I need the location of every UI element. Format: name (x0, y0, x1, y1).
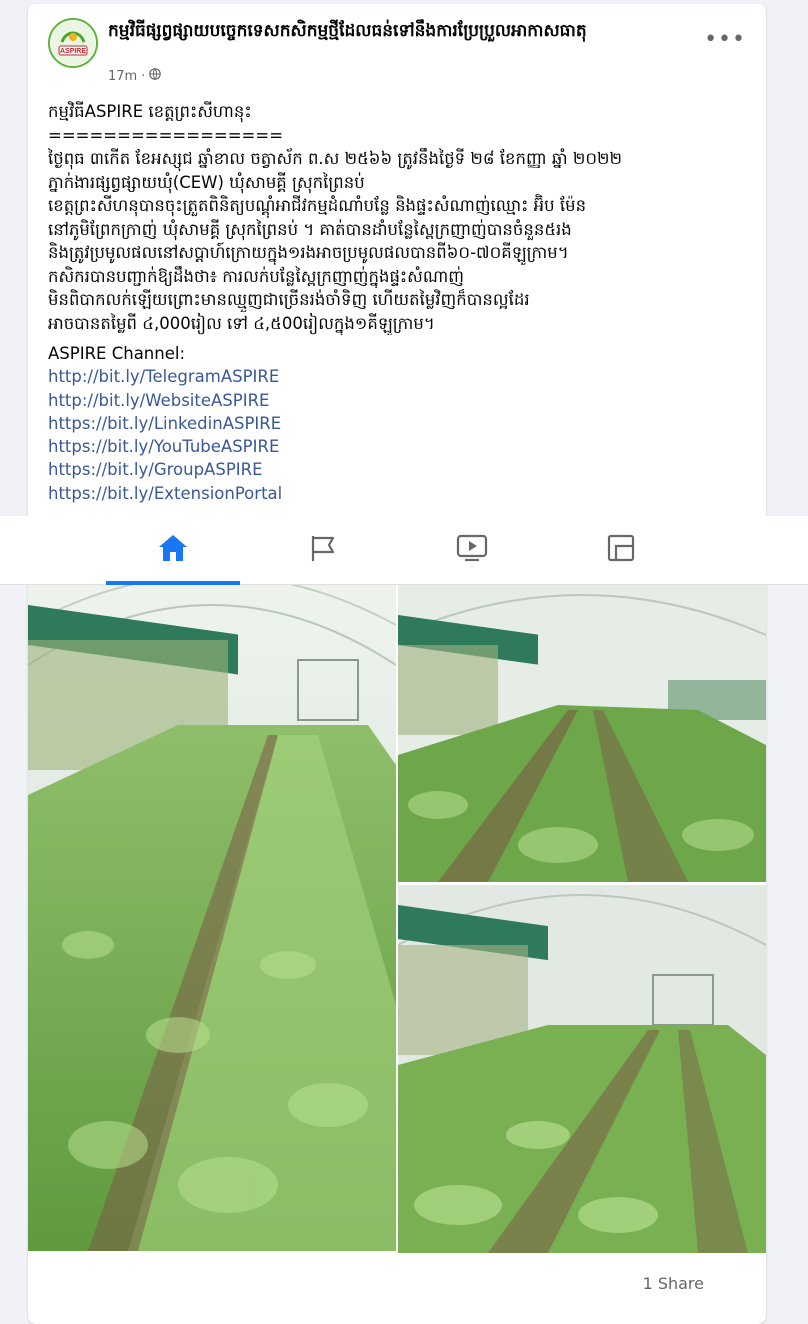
tab-watch[interactable] (405, 516, 539, 584)
post-line: និងត្រូវប្រមូលផលនៅសប្តាហ៍ក្រោយក្នុង១រងអា… (48, 243, 569, 262)
greenhouse-photo-2[interactable] (398, 585, 766, 882)
page-avatar[interactable]: ASPIRE (48, 18, 98, 68)
greenhouse-photo-3[interactable] (398, 885, 766, 1253)
flag-icon (308, 533, 338, 567)
website-link[interactable]: http://bit.ly/WebsiteASPIRE (48, 389, 282, 412)
share-count[interactable]: 1 Share (643, 1274, 704, 1293)
more-options-icon[interactable]: ••• (704, 29, 746, 51)
navigation-bar (0, 516, 808, 585)
youtube-link[interactable]: https://bit.ly/YouTubeASPIRE (48, 435, 282, 458)
video-icon (456, 533, 488, 567)
marketplace-icon (606, 533, 636, 567)
group-link[interactable]: https://bit.ly/GroupASPIRE (48, 458, 282, 481)
post-line: កម្មវិធីASPIRE ខេត្តព្រះសីហានុះ (48, 102, 252, 121)
home-icon (157, 533, 189, 567)
post-line: ថ្ងៃពុធ ៣កើត ខែអស្សុជ ឆ្នាំខាល ចត្វាស័ក … (48, 149, 622, 168)
post-text: កម្មវិធីASPIRE ខេត្តព្រះសីហានុះ ========… (48, 100, 748, 335)
tab-marketplace[interactable] (554, 516, 688, 584)
post-line: មិនពិបាកលក់ឡើយព្រោះមានឈ្មួញជាច្រើនរង់ចាំ… (48, 290, 530, 309)
tab-home[interactable] (106, 516, 240, 585)
post-meta: 17m · (108, 68, 162, 84)
post-time[interactable]: 17m (108, 69, 137, 84)
tab-pages[interactable] (256, 516, 390, 584)
meta-separator: · (141, 68, 146, 84)
post-line: ខេត្តព្រះសីហនុបានចុះត្រួតពិនិត្យបណ្តុំអា… (48, 196, 587, 215)
greenhouse-photo-1[interactable] (28, 585, 396, 1251)
logo-text: ASPIRE (60, 48, 86, 55)
linkedin-link[interactable]: https://bit.ly/LinkedinASPIRE (48, 412, 282, 435)
post-line: ភ្នាក់ងារផ្សព្វផ្សាយឃុំ(CEW) ឃុំសាមគ្គី … (48, 172, 365, 192)
telegram-link[interactable]: http://bit.ly/TelegramASPIRE (48, 365, 282, 388)
post-line: ================= (48, 125, 284, 145)
post-line: កសិករបានបញ្ជាក់ឱ្យដឹងថា៖ ការលក់បន្លែស្ពៃ… (48, 266, 464, 286)
extension-portal-link[interactable]: https://bit.ly/ExtensionPortal (48, 482, 282, 505)
channel-label: ASPIRE Channel: (48, 344, 186, 363)
page-name-link[interactable]: កម្មវិធីផ្សព្វផ្សាយបច្ចេកទេសកសិកម្មថ្មីដ… (108, 18, 703, 44)
channel-links: ASPIRE Channel: http://bit.ly/TelegramAS… (48, 342, 282, 505)
post-line: អាចបានតម្លៃពី ៤,000រៀល ទៅ ៤,៥00រៀលក្នុង១… (48, 313, 435, 333)
aspire-logo: ASPIRE (51, 21, 95, 65)
post-line: នៅភូមិព្រែកក្រាញ់ ឃុំសាមគ្គី ស្រុកព្រៃនប… (48, 219, 572, 239)
globe-icon (149, 68, 162, 84)
